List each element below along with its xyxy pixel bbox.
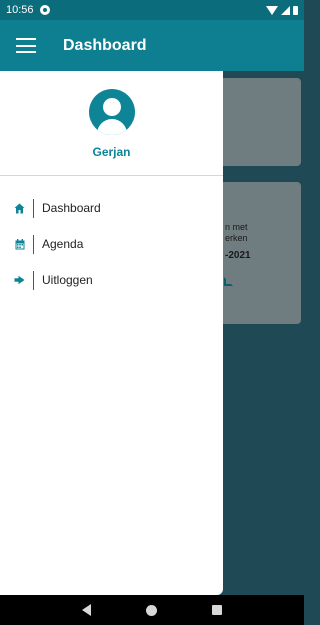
drawer-item-label: Uitloggen	[42, 273, 93, 287]
signal-icon	[281, 5, 290, 15]
page-title: Dashboard	[63, 36, 147, 54]
background-card-line: erken	[225, 233, 248, 243]
drawer-item-label: Agenda	[42, 237, 84, 251]
menu-divider	[33, 270, 34, 290]
notification-app-icon	[39, 5, 50, 15]
sign-out-icon	[14, 275, 25, 286]
drawer-item-uitloggen[interactable]: Uitloggen	[0, 262, 223, 298]
navigation-drawer: Gerjan Dashboard Agenda Uitloggen	[0, 71, 223, 595]
menu-icon[interactable]	[16, 38, 36, 53]
drawer-item-dashboard[interactable]: Dashboard	[0, 190, 223, 226]
status-bar: 10:56	[0, 0, 304, 20]
background-card-text: n met erken	[225, 222, 248, 244]
app-bar: Dashboard	[0, 20, 304, 71]
background-card: n met erken -2021	[210, 182, 301, 324]
background-card-date: -2021	[225, 250, 251, 261]
recent-apps-icon[interactable]	[212, 605, 223, 615]
calendar-icon	[14, 238, 25, 250]
background-card	[210, 78, 301, 166]
status-indicators	[266, 5, 298, 15]
home-button-icon[interactable]	[145, 604, 157, 616]
avatar-icon	[88, 89, 135, 135]
back-icon[interactable]	[81, 604, 91, 616]
status-time: 10:56	[6, 4, 34, 16]
wifi-icon	[266, 5, 278, 15]
background-card-line: n met	[225, 222, 248, 232]
home-icon	[14, 203, 25, 214]
battery-icon	[293, 5, 298, 15]
drawer-item-label: Dashboard	[42, 201, 101, 215]
user-name: Gerjan	[92, 145, 131, 159]
menu-divider	[33, 198, 34, 218]
menu-divider	[33, 234, 34, 254]
system-navigation-bar	[0, 595, 304, 625]
drawer-menu: Dashboard Agenda Uitloggen	[0, 176, 223, 298]
external-link-icon	[224, 277, 233, 286]
drawer-item-agenda[interactable]: Agenda	[0, 226, 223, 262]
drawer-profile: Gerjan	[0, 71, 223, 176]
